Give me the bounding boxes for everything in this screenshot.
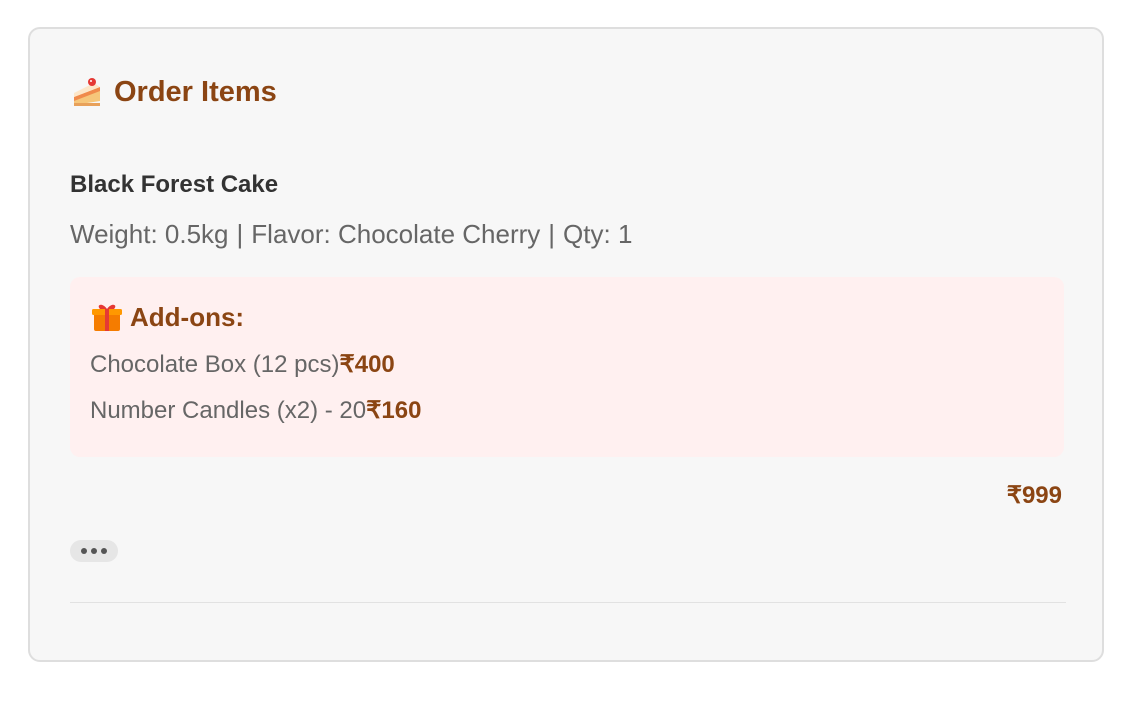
addon-item: Chocolate Box (12 pcs)₹400 [90,347,1044,383]
order-items-card: Order Items Black Forest Cake Weight: 0.… [28,27,1104,662]
more-options-button[interactable] [70,540,118,562]
addons-title: Add-ons: [90,297,1044,337]
page-title: Order Items [114,75,277,108]
ellipsis-icon [91,548,97,554]
cake-slice-icon [70,75,104,109]
addon-label: Number Candles (x2) - 20 [90,397,367,424]
detail-separator: | [548,219,556,249]
ellipsis-icon [81,548,87,554]
item-total-price: ₹999 [1006,482,1062,509]
addons-title-label: Add-ons: [130,301,245,332]
order-items-heading: Order Items [70,75,277,109]
gift-icon [90,300,124,334]
addon-price: ₹160 [366,397,422,424]
detail-separator: | [236,219,244,249]
item-details: Weight: 0.5kg | Flavor: Chocolate Cherry… [70,219,632,250]
item-quantity: Qty: 1 [563,219,633,249]
item-weight: Weight: 0.5kg [70,219,229,249]
item-flavor: Flavor: Chocolate Cherry [251,219,541,249]
addons-panel: Add-ons: Chocolate Box (12 pcs)₹400 Numb… [70,277,1064,457]
addon-price: ₹400 [339,351,395,378]
addon-label: Chocolate Box (12 pcs) [90,351,340,378]
item-name: Black Forest Cake [70,171,279,198]
ellipsis-icon [101,548,107,554]
divider [70,602,1066,603]
addon-item: Number Candles (x2) - 20₹160 [90,393,1044,429]
